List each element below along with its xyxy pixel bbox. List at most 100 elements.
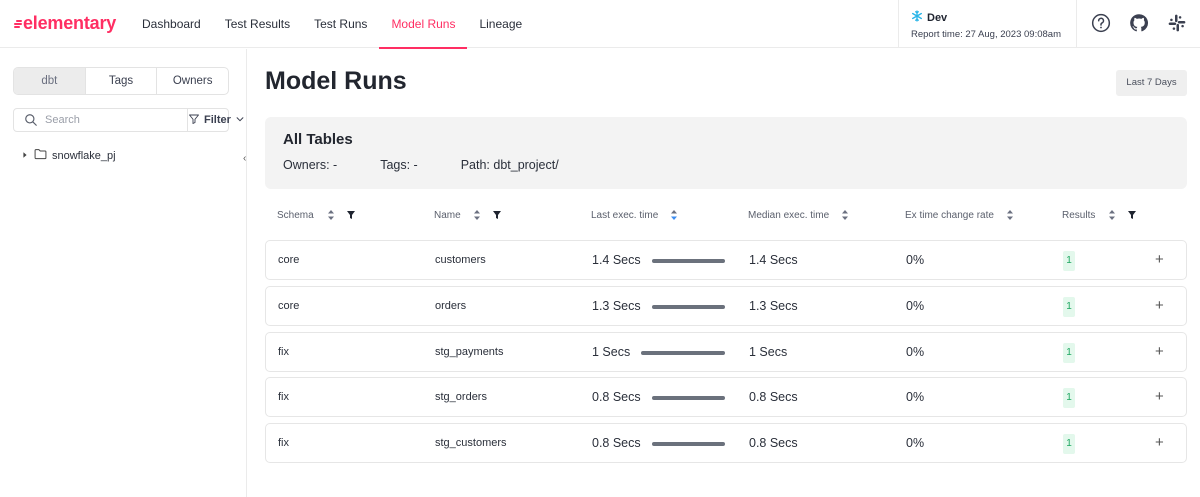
expand-row-button[interactable]: + bbox=[1155, 296, 1164, 316]
cell-median-exec-time: 0.8 Secs bbox=[749, 436, 798, 450]
cell-change-rate: 0% bbox=[906, 299, 925, 313]
column-label: Results bbox=[1062, 209, 1096, 221]
sort-active-icon[interactable] bbox=[670, 209, 678, 221]
cell-change-rate: 0% bbox=[906, 436, 925, 450]
folder-icon bbox=[34, 148, 47, 163]
elementary-logo[interactable]: elementary bbox=[14, 13, 116, 34]
cell-last-exec-time: 0.8 Secs bbox=[592, 436, 641, 450]
nav-dashboard[interactable]: Dashboard bbox=[130, 0, 213, 48]
nav-test-results[interactable]: Test Results bbox=[213, 0, 302, 48]
column-label: Schema bbox=[277, 209, 314, 221]
cell-last-exec-time: 1.3 Secs bbox=[592, 299, 641, 313]
table-row[interactable]: core customers 1.4 Secs 1.4 Secs 0% 1 + bbox=[265, 240, 1187, 280]
column-header-last-exec-time: Last exec. time bbox=[591, 209, 678, 221]
main-nav: Dashboard Test Results Test Runs Model R… bbox=[130, 0, 534, 49]
cell-last-exec-time: 1.4 Secs bbox=[592, 253, 641, 267]
slack-icon[interactable] bbox=[1166, 12, 1188, 34]
sort-icon[interactable] bbox=[1108, 209, 1116, 221]
help-icon[interactable] bbox=[1090, 12, 1112, 34]
column-header-schema: Schema bbox=[277, 209, 356, 221]
github-icon[interactable] bbox=[1128, 12, 1150, 34]
column-label: Median exec. time bbox=[748, 209, 830, 221]
sort-icon[interactable] bbox=[327, 209, 335, 221]
environment-selector[interactable]: Dev Report time: 27 Aug, 2023 09:08am bbox=[898, 0, 1077, 48]
exec-time-bar bbox=[652, 396, 725, 400]
cell-schema: fix bbox=[278, 346, 289, 358]
table-row[interactable]: core orders 1.3 Secs 1.3 Secs 0% 1 + bbox=[265, 286, 1187, 326]
cell-median-exec-time: 0.8 Secs bbox=[749, 390, 798, 404]
results-badge: 1 bbox=[1063, 434, 1075, 454]
table-row[interactable]: fix stg_customers 0.8 Secs 0.8 Secs 0% 1… bbox=[265, 423, 1187, 463]
sort-icon[interactable] bbox=[1006, 209, 1014, 221]
cell-name: stg_payments bbox=[435, 346, 504, 358]
tab-owners[interactable]: Owners bbox=[157, 68, 228, 94]
column-header-name: Name bbox=[434, 209, 502, 221]
cell-last-exec-time: 0.8 Secs bbox=[592, 390, 641, 404]
cell-schema: fix bbox=[278, 437, 289, 449]
exec-time-bar bbox=[652, 305, 725, 309]
expand-row-button[interactable]: + bbox=[1155, 387, 1164, 407]
expand-row-button[interactable]: + bbox=[1155, 433, 1164, 453]
expand-row-button[interactable]: + bbox=[1155, 250, 1164, 270]
cell-name: stg_customers bbox=[435, 437, 507, 449]
summary-tags: Tags: - bbox=[380, 158, 418, 172]
sort-icon[interactable] bbox=[841, 209, 849, 221]
collapse-sidebar-button[interactable]: ‹ bbox=[243, 153, 246, 164]
table-row[interactable]: fix stg_orders 0.8 Secs 0.8 Secs 0% 1 + bbox=[265, 377, 1187, 417]
cell-median-exec-time: 1 Secs bbox=[749, 345, 788, 359]
cell-schema: core bbox=[278, 300, 300, 312]
sidebar: dbt Tags Owners Filter snowflake_pj ‹ bbox=[0, 49, 247, 497]
cell-name: stg_orders bbox=[435, 391, 487, 403]
page-title: Model Runs bbox=[265, 67, 407, 95]
cell-name: customers bbox=[435, 254, 486, 266]
column-header-median-exec-time: Median exec. time bbox=[748, 209, 849, 221]
chevron-down-icon bbox=[235, 114, 245, 127]
expand-row-button[interactable]: + bbox=[1155, 342, 1164, 362]
environment-name: Dev bbox=[927, 11, 948, 24]
cell-change-rate: 0% bbox=[906, 253, 925, 267]
filter-button[interactable]: Filter bbox=[187, 109, 245, 131]
table-header: Schema Name Last exec. time Median exec.… bbox=[265, 209, 1187, 229]
summary-title: All Tables bbox=[283, 131, 353, 148]
column-label: Last exec. time bbox=[591, 209, 659, 221]
nav-test-runs[interactable]: Test Runs bbox=[302, 0, 379, 48]
date-range-button[interactable]: Last 7 Days bbox=[1116, 70, 1187, 96]
cell-change-rate: 0% bbox=[906, 345, 925, 359]
tree-item-label: snowflake_pj bbox=[52, 149, 116, 162]
summary-owners: Owners: - bbox=[283, 158, 338, 172]
report-time: Report time: 27 Aug, 2023 09:08am bbox=[911, 29, 1061, 40]
tab-tags[interactable]: Tags bbox=[86, 68, 158, 94]
sidebar-tabs: dbt Tags Owners bbox=[13, 67, 229, 95]
top-icons bbox=[1090, 12, 1188, 34]
filter-icon[interactable] bbox=[492, 210, 502, 220]
filter-icon[interactable] bbox=[1127, 210, 1137, 220]
column-label: Name bbox=[434, 209, 461, 221]
summary-path: Path: dbt_project/ bbox=[460, 158, 559, 172]
funnel-icon bbox=[188, 113, 200, 128]
cell-name: orders bbox=[435, 300, 467, 312]
tree-item-snowflake-pj[interactable]: snowflake_pj bbox=[21, 148, 116, 163]
results-badge: 1 bbox=[1063, 251, 1075, 271]
sort-icon[interactable] bbox=[473, 209, 481, 221]
top-navigation-bar: elementary Dashboard Test Results Test R… bbox=[0, 0, 1200, 49]
nav-model-runs[interactable]: Model Runs bbox=[379, 0, 468, 49]
filter-label: Filter bbox=[204, 114, 231, 126]
table-row[interactable]: fix stg_payments 1 Secs 1 Secs 0% 1 + bbox=[265, 332, 1187, 372]
search-box: Filter bbox=[13, 108, 244, 132]
summary-card: All Tables Owners: - Tags: - Path: dbt_p… bbox=[265, 117, 1187, 189]
logo-text: elementary bbox=[23, 13, 117, 33]
filter-icon[interactable] bbox=[346, 210, 356, 220]
summary-meta: Owners: - Tags: - Path: dbt_project/ bbox=[283, 158, 1169, 172]
cell-schema: fix bbox=[278, 391, 289, 403]
results-badge: 1 bbox=[1063, 388, 1075, 408]
tab-dbt[interactable]: dbt bbox=[14, 68, 86, 94]
results-badge: 1 bbox=[1063, 343, 1075, 363]
nav-lineage[interactable]: Lineage bbox=[467, 0, 534, 48]
search-input[interactable] bbox=[14, 109, 187, 131]
column-header-ex-time-change-rate: Ex time change rate bbox=[905, 209, 1014, 221]
cell-last-exec-time: 1 Secs bbox=[592, 345, 631, 359]
logo-mark-icon bbox=[14, 19, 22, 28]
exec-time-bar bbox=[652, 259, 725, 263]
cell-median-exec-time: 1.3 Secs bbox=[749, 299, 798, 313]
results-badge: 1 bbox=[1063, 297, 1075, 317]
